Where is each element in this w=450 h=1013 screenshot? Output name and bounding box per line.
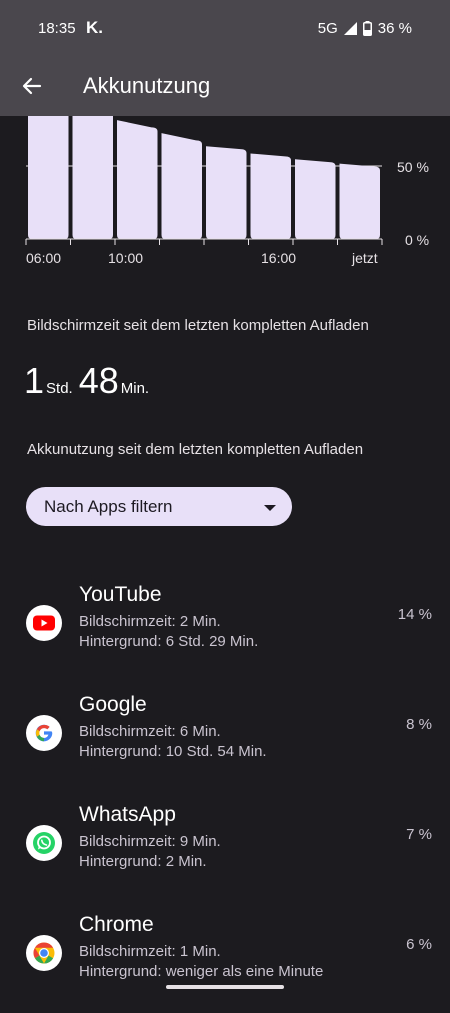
- youtube-icon: [26, 605, 62, 641]
- app-screen-time: Bildschirmzeit: 1 Min.: [79, 943, 221, 960]
- app-name: WhatsApp: [79, 803, 176, 826]
- app-percent: 7 %: [406, 826, 432, 843]
- app-bar: Akkunutzung: [0, 56, 450, 116]
- whatsapp-icon: [26, 825, 62, 861]
- chart-bar: [117, 120, 158, 239]
- status-time: 18:35: [38, 20, 76, 37]
- app-background-time: Hintergrund: weniger als eine Minute: [79, 963, 324, 980]
- chart-bar: [206, 146, 247, 239]
- carrier-logo: K.: [86, 18, 103, 37]
- usage-heading: Akkunutzung seit dem letzten kompletten …: [27, 441, 364, 458]
- screen-time-minutes: 48: [78, 360, 119, 401]
- chart-bar: [250, 153, 291, 239]
- page-title: Akkunutzung: [83, 73, 211, 98]
- screen-time-heading: Bildschirmzeit seit dem letzten komplett…: [27, 317, 369, 334]
- home-indicator[interactable]: [166, 985, 284, 989]
- google-icon: [26, 715, 62, 751]
- y-tick-label: 0 %: [405, 232, 429, 248]
- screen-time-value: 1 Std. 48 Min.: [24, 360, 155, 402]
- x-tick-label: jetzt: [351, 250, 378, 266]
- app-background-time: Hintergrund: 6 Std. 29 Min.: [79, 633, 259, 650]
- chart-bar: [295, 159, 336, 239]
- chart-bar: [72, 116, 113, 239]
- app-screen-time: Bildschirmzeit: 6 Min.: [79, 723, 221, 740]
- app-percent: 8 %: [406, 716, 432, 733]
- back-arrow-icon[interactable]: [18, 72, 46, 100]
- chart-bar: [28, 116, 69, 239]
- y-tick-label: 50 %: [397, 159, 429, 175]
- app-row-whatsapp[interactable]: WhatsApp Bildschirmzeit: 9 Min. Hintergr…: [0, 803, 450, 903]
- app-row-google[interactable]: Google Bildschirmzeit: 6 Min. Hintergrun…: [0, 693, 450, 793]
- app-name: YouTube: [79, 583, 162, 606]
- battery-chart: 50 % 0 % 06:00 10:00 16:00 jetzt: [25, 116, 429, 266]
- chrome-icon: [26, 935, 62, 971]
- battery-icon: [362, 21, 372, 36]
- x-tick-label: 06:00: [26, 250, 61, 266]
- chart-bar: [339, 163, 380, 239]
- app-name: Chrome: [79, 913, 154, 936]
- status-bar: 18:35 K. 5G 36 %: [0, 0, 450, 56]
- network-label: 5G: [317, 20, 338, 37]
- status-right: 5G 36 %: [318, 20, 412, 37]
- app-screen-time: Bildschirmzeit: 2 Min.: [79, 613, 221, 630]
- screen-time-hours: 1: [24, 360, 45, 401]
- app-row-chrome[interactable]: Chrome Bildschirmzeit: 1 Min. Hintergrun…: [0, 913, 450, 1013]
- app-background-time: Hintergrund: 10 Std. 54 Min.: [79, 743, 267, 760]
- filter-label: Nach Apps filtern: [44, 497, 173, 516]
- chart-bar: [161, 133, 202, 239]
- app-screen-time: Bildschirmzeit: 9 Min.: [79, 833, 221, 850]
- app-percent: 6 %: [406, 936, 432, 953]
- x-tick-label: 16:00: [261, 250, 296, 266]
- x-tick-label: 10:00: [108, 250, 143, 266]
- signal-icon: [343, 22, 357, 35]
- filter-dropdown[interactable]: Nach Apps filtern: [26, 487, 292, 526]
- app-row-youtube[interactable]: YouTube Bildschirmzeit: 2 Min. Hintergru…: [0, 583, 450, 683]
- app-background-time: Hintergrund: 2 Min.: [79, 853, 207, 870]
- battery-percent: 36 %: [377, 20, 412, 37]
- screen-time-minutes-unit: Min.: [120, 380, 150, 397]
- app-name: Google: [79, 693, 147, 716]
- dropdown-arrow-icon: [264, 505, 276, 511]
- screen-time-hours-unit: Std.: [46, 380, 73, 397]
- app-percent: 14 %: [397, 606, 432, 623]
